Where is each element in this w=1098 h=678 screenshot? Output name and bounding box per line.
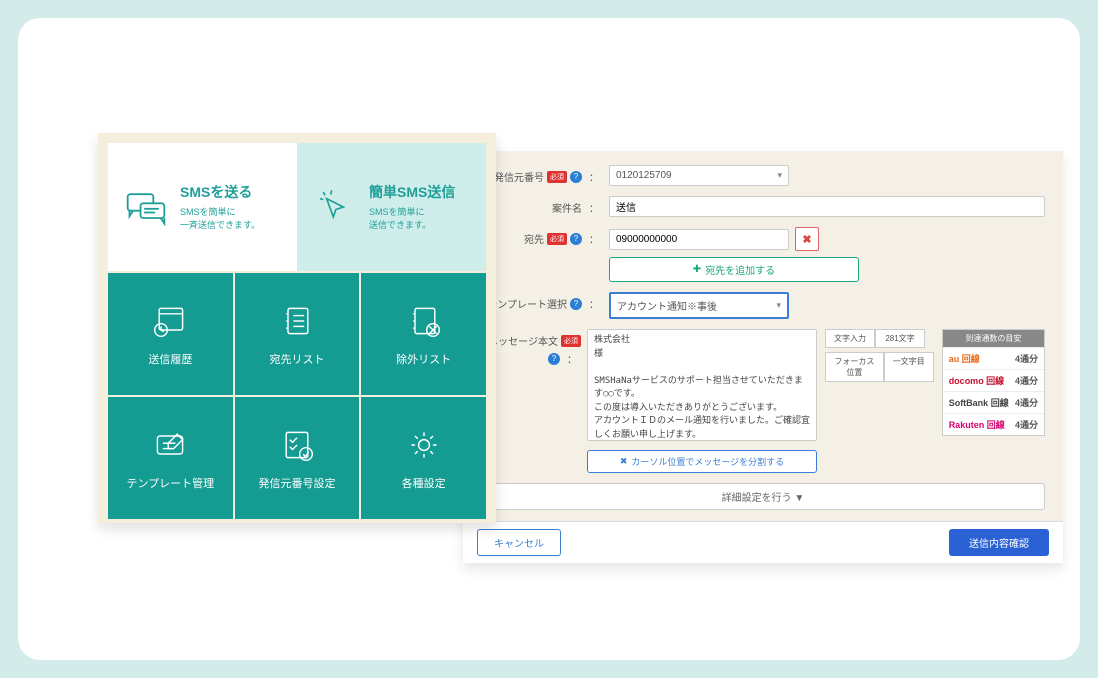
carrier-estimate: 到達通数の目安 au 回線4通分 docomo 回線4通分 SoftBank 回…: [942, 329, 1045, 436]
card-title: 簡単SMS送信: [369, 182, 455, 202]
tile-sender-settings[interactable]: 発信元番号設定: [235, 397, 360, 519]
split-message-button[interactable]: ✖ カーソル位置でメッセージを分割する: [587, 450, 817, 473]
tile-exclude-list[interactable]: 除外リスト: [361, 273, 486, 395]
tile-settings[interactable]: 各種設定: [361, 397, 486, 519]
dest-input[interactable]: [609, 229, 789, 250]
cursor-icon: [311, 183, 359, 231]
chat-icon: [122, 183, 170, 231]
card-title: SMSを送る: [180, 182, 260, 202]
template-label: テンプレート選択: [487, 296, 567, 311]
subject-label: 案件名: [552, 200, 582, 215]
message-textarea[interactable]: [587, 329, 817, 441]
calendar-history-icon: [150, 301, 190, 341]
tile-template[interactable]: テンプレート管理: [108, 397, 233, 519]
subject-input[interactable]: [609, 196, 1045, 217]
delete-dest-button[interactable]: ✖: [795, 227, 819, 251]
main-menu-panel: SMSを送る SMSを簡単に一斉送信できます。 簡単SMS送信 SMSを簡単に送…: [98, 133, 496, 523]
gear-icon: [404, 425, 444, 465]
card-sms-send[interactable]: SMSを送る SMSを簡単に一斉送信できます。: [108, 143, 297, 271]
char-counter: 文字入力 281文字 フォーカス位置 一文字目: [825, 329, 934, 382]
dest-label: 宛先: [524, 231, 544, 246]
help-icon[interactable]: ?: [570, 171, 582, 183]
template-select[interactable]: アカウント通知※事後▾: [609, 292, 789, 319]
required-badge: 必須: [547, 233, 567, 245]
tile-dest-list[interactable]: 宛先リスト: [235, 273, 360, 395]
checklist-icon: [277, 425, 317, 465]
detail-settings-button[interactable]: 詳細設定を行う ▼: [481, 483, 1045, 510]
sender-label: 発信元番号: [494, 169, 544, 184]
sms-form-panel: 発信元番号 必須 ? ： 0120125709▾ 案件名 ： 宛先: [463, 151, 1063, 563]
help-icon[interactable]: ?: [570, 298, 582, 310]
help-icon[interactable]: ?: [548, 353, 560, 365]
split-icon: ✖: [620, 456, 628, 467]
exclude-list-icon: [404, 301, 444, 341]
card-easy-sms[interactable]: 簡単SMS送信 SMSを簡単に送信できます。: [297, 143, 486, 271]
help-icon[interactable]: ?: [570, 233, 582, 245]
plus-icon: ✚: [693, 264, 701, 275]
tile-send-history[interactable]: 送信履歴: [108, 273, 233, 395]
sender-select[interactable]: 0120125709▾: [609, 165, 789, 186]
confirm-button[interactable]: 送信内容確認: [949, 529, 1049, 556]
message-label: メッセージ本文: [488, 333, 558, 348]
required-badge: 必須: [561, 335, 581, 347]
cancel-button[interactable]: キャンセル: [477, 529, 561, 556]
add-dest-button[interactable]: ✚ 宛先を追加する: [609, 257, 859, 282]
address-book-icon: [277, 301, 317, 341]
required-badge: 必須: [547, 171, 567, 183]
template-edit-icon: [150, 425, 190, 465]
